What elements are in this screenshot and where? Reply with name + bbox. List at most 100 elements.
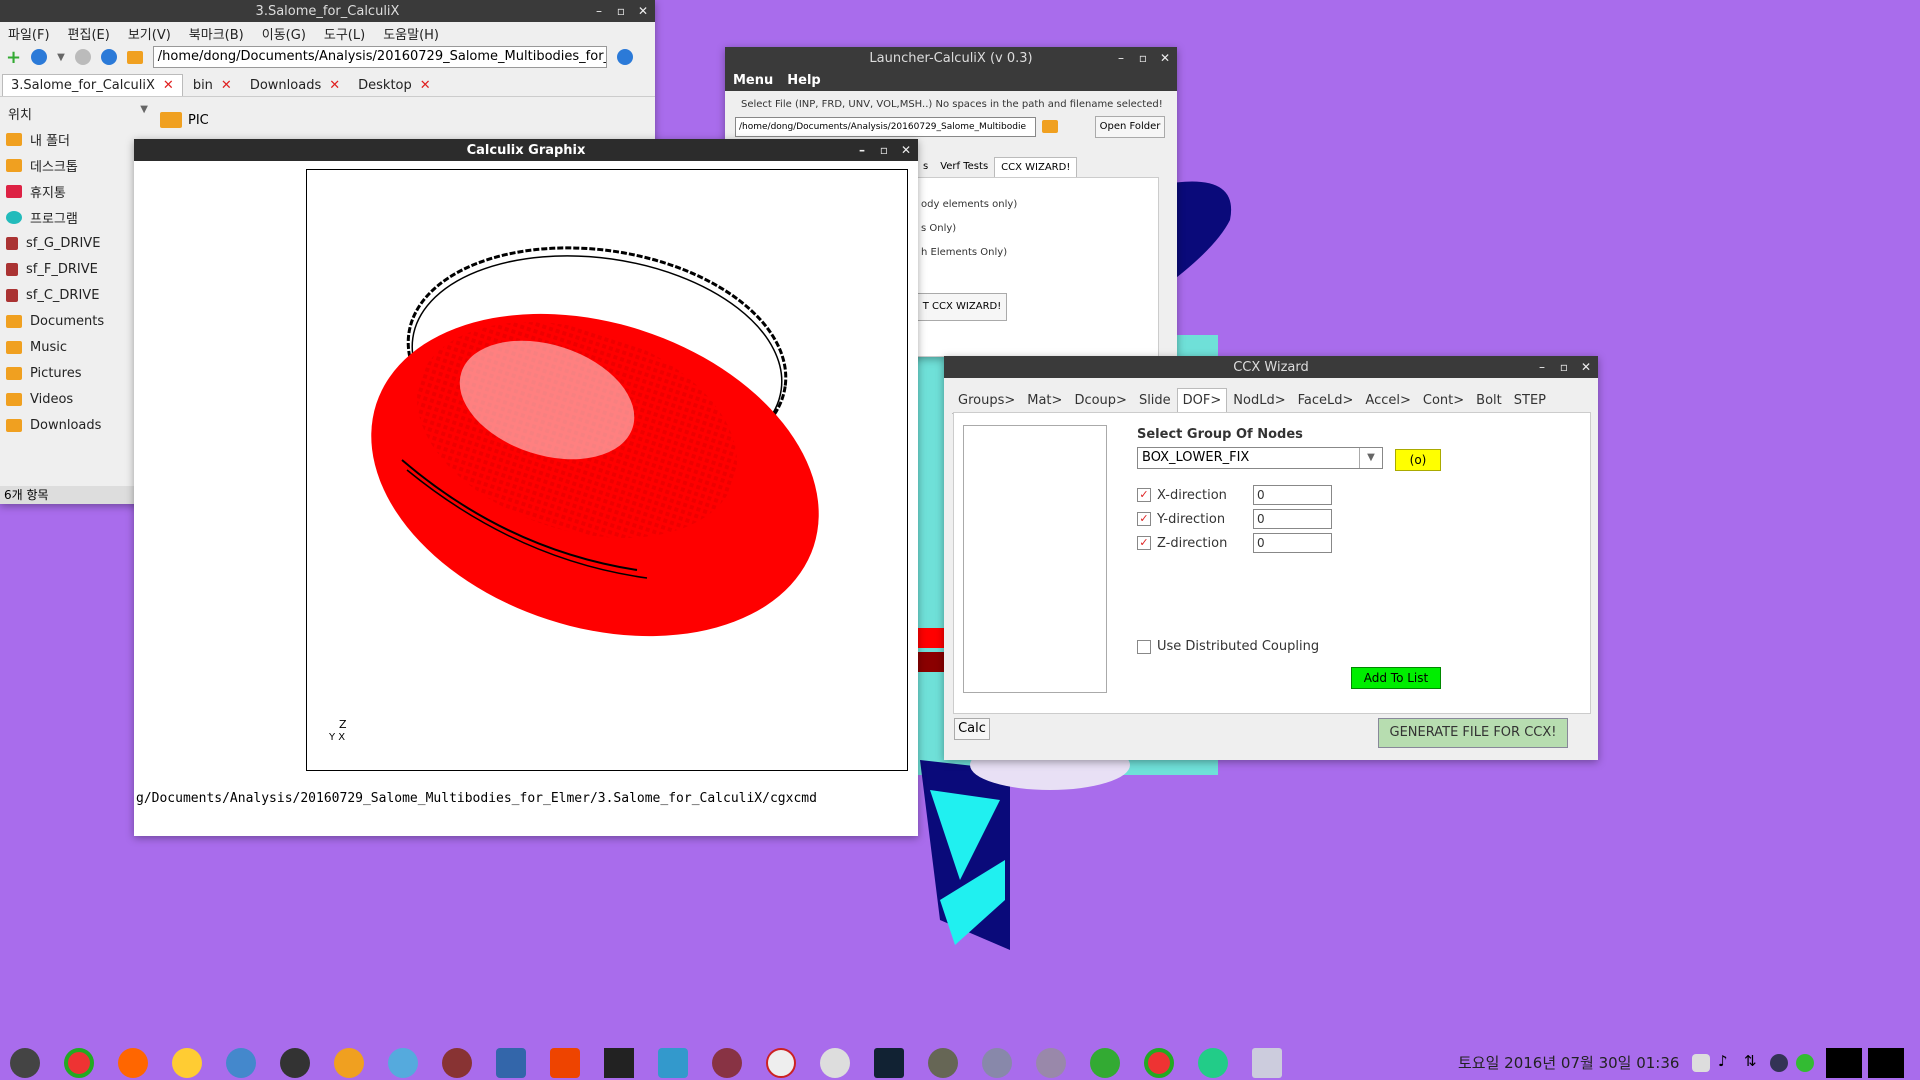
app-icon[interactable] (712, 1048, 742, 1078)
sync-icon[interactable] (766, 1048, 796, 1078)
menu-help[interactable]: Help (787, 73, 820, 88)
chrome-icon[interactable] (1144, 1048, 1174, 1078)
place-sf-c[interactable]: sf_C_DRIVE (0, 282, 130, 308)
tab-groups[interactable]: Groups> (952, 388, 1021, 413)
up-icon[interactable] (100, 49, 117, 65)
close-icon[interactable]: ✕ (1580, 360, 1592, 374)
group-list[interactable] (963, 425, 1107, 693)
maximize-icon[interactable]: ▫ (1137, 51, 1149, 65)
x-direction-checkbox[interactable]: ✓ (1137, 488, 1151, 502)
tab-bolt[interactable]: Bolt (1470, 388, 1508, 413)
menu-edit[interactable]: 편집(E) (68, 24, 110, 43)
coupling-checkbox[interactable] (1137, 639, 1151, 654)
menu-go[interactable]: 이동(G) (262, 24, 306, 43)
tab-nodld[interactable]: NodLd> (1227, 388, 1291, 413)
launcher-tab-active[interactable]: CCX WIZARD! (994, 157, 1078, 178)
place-sf-f[interactable]: sf_F_DRIVE (0, 256, 130, 282)
place-home[interactable]: 내 폴더 (0, 126, 130, 152)
z-direction-input[interactable]: 0 (1253, 533, 1332, 553)
ccx-wizard-titlebar[interactable]: CCX Wizard – ▫ ✕ (944, 356, 1598, 378)
count-badge[interactable]: (o) (1395, 449, 1441, 471)
file-manager-titlebar[interactable]: 3.Salome_for_CalculiX – ▫ ✕ (0, 0, 655, 22)
app-icon[interactable] (388, 1048, 418, 1078)
place-documents[interactable]: Documents (0, 308, 130, 334)
brave-icon[interactable] (172, 1048, 202, 1078)
place-pictures[interactable]: Pictures (0, 360, 130, 386)
folder-item[interactable]: PIC (160, 112, 209, 128)
tab-cont[interactable]: Cont> (1417, 388, 1470, 413)
close-icon[interactable]: ✕ (900, 143, 912, 157)
window-icon[interactable] (1252, 1048, 1282, 1078)
z-direction-checkbox[interactable]: ✓ (1137, 536, 1151, 550)
app-icon[interactable] (442, 1048, 472, 1078)
minimize-icon[interactable]: – (1115, 51, 1127, 65)
files-icon[interactable] (334, 1048, 364, 1078)
menu-help[interactable]: 도움말(H) (383, 24, 439, 43)
path-input[interactable]: /home/dong/Documents/Analysis/20160729_S… (152, 46, 607, 68)
menu-bookmark[interactable]: 북마크(B) (189, 24, 244, 43)
minimize-icon[interactable]: – (1536, 360, 1548, 374)
go-icon[interactable] (616, 49, 633, 65)
browser-icon[interactable] (226, 1048, 256, 1078)
home-icon[interactable] (126, 50, 143, 64)
app-icon[interactable] (658, 1048, 688, 1078)
tab-bin[interactable]: bin ✕ (185, 75, 240, 96)
tab-downloads[interactable]: Downloads ✕ (242, 75, 348, 96)
maximize-icon[interactable]: ▫ (615, 4, 627, 18)
app-icon[interactable] (550, 1048, 580, 1078)
chrome-icon[interactable] (64, 1048, 94, 1078)
firefox-icon[interactable] (118, 1048, 148, 1078)
close-tab-icon[interactable]: ✕ (221, 78, 232, 93)
place-videos[interactable]: Videos (0, 386, 130, 412)
calc-button[interactable]: Calc (954, 718, 990, 740)
launcher-tab[interactable]: Verf Tests (934, 157, 994, 178)
close-tab-icon[interactable]: ✕ (420, 78, 431, 93)
app-icon[interactable] (496, 1048, 526, 1078)
app-icon[interactable] (982, 1048, 1012, 1078)
maximize-icon[interactable]: ▫ (1558, 360, 1570, 374)
close-icon[interactable]: ✕ (637, 4, 649, 18)
close-tab-icon[interactable]: ✕ (163, 78, 174, 93)
render-viewport[interactable]: Z Y X (306, 169, 908, 771)
browse-folder-icon[interactable] (1042, 120, 1058, 133)
tab-slide[interactable]: Slide (1133, 388, 1177, 413)
forward-icon[interactable] (74, 49, 91, 65)
monitor-icon[interactable] (1198, 1048, 1228, 1078)
launcher-menu-icon[interactable] (10, 1048, 40, 1078)
minimize-icon[interactable]: – (593, 4, 605, 18)
command-line[interactable]: g/Documents/Analysis/20160729_Salome_Mul… (134, 791, 920, 806)
tray-icon[interactable] (1692, 1054, 1710, 1072)
tab-salome[interactable]: 3.Salome_for_CalculiX ✕ (2, 74, 183, 96)
close-tab-icon[interactable]: ✕ (329, 78, 340, 93)
tab-desktop[interactable]: Desktop ✕ (350, 75, 439, 96)
place-desktop[interactable]: 데스크톱 (0, 152, 130, 178)
place-programs[interactable]: 프로그램 (0, 204, 130, 230)
menu-menu[interactable]: Menu (733, 73, 773, 88)
document-icon[interactable] (1036, 1048, 1066, 1078)
x-direction-input[interactable]: 0 (1253, 485, 1332, 505)
group-select[interactable]: BOX_LOWER_FIX ▼ (1137, 447, 1383, 469)
menu-file[interactable]: 파일(F) (8, 24, 50, 43)
tab-dcoup[interactable]: Dcoup> (1068, 388, 1133, 413)
close-icon[interactable]: ✕ (1159, 51, 1171, 65)
network-icon[interactable]: ⇅ (1744, 1052, 1757, 1070)
app-icon[interactable] (604, 1048, 634, 1078)
volume-icon[interactable]: ♪ (1718, 1052, 1728, 1070)
tray-icon[interactable] (1796, 1054, 1814, 1072)
y-direction-checkbox[interactable]: ✓ (1137, 512, 1151, 526)
tab-accel[interactable]: Accel> (1359, 388, 1416, 413)
place-trash[interactable]: 휴지통 (0, 178, 130, 204)
tab-mat[interactable]: Mat> (1021, 388, 1068, 413)
place-sf-g[interactable]: sf_G_DRIVE (0, 230, 130, 256)
open-folder-button[interactable]: Open Folder (1095, 116, 1165, 138)
place-downloads[interactable]: Downloads (0, 412, 130, 438)
maximize-icon[interactable]: ▫ (878, 143, 890, 157)
editor-icon[interactable] (874, 1048, 904, 1078)
launcher-titlebar[interactable]: Launcher-CalculiX (v 0.3) – ▫ ✕ (725, 47, 1177, 69)
tab-faceld[interactable]: FaceLd> (1292, 388, 1360, 413)
menu-tools[interactable]: 도구(L) (324, 24, 365, 43)
y-direction-input[interactable]: 0 (1253, 509, 1332, 529)
tray-icon[interactable] (1770, 1054, 1788, 1072)
new-tab-icon[interactable]: + (6, 47, 21, 68)
generate-file-button[interactable]: GENERATE FILE FOR CCX! (1378, 718, 1568, 748)
